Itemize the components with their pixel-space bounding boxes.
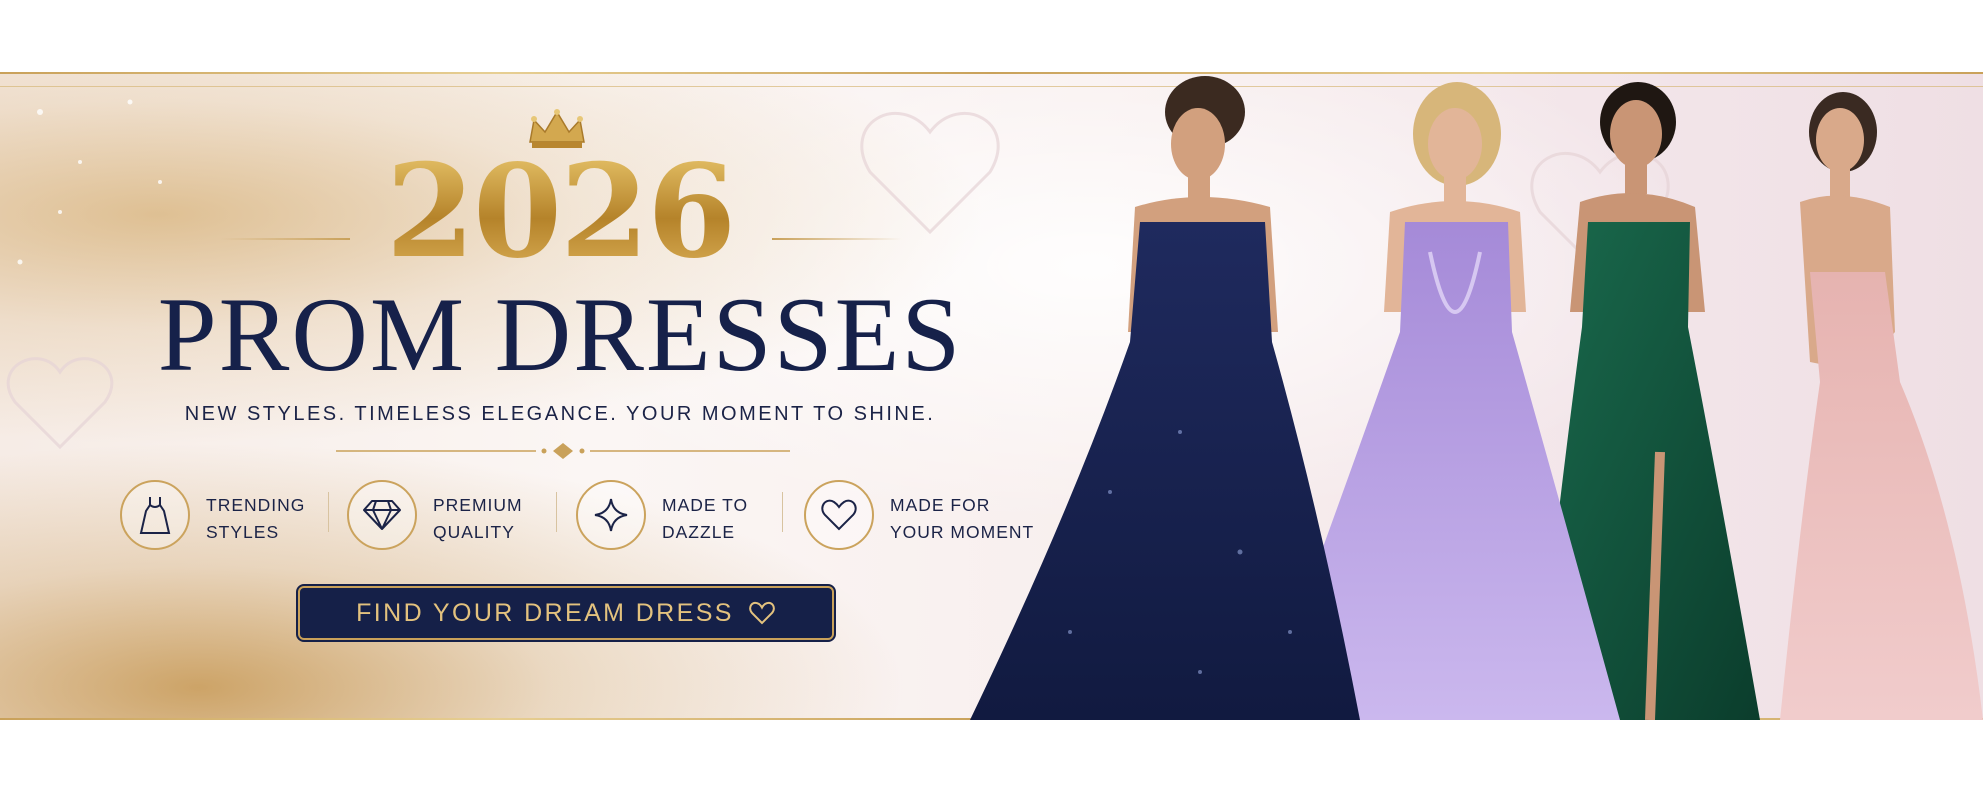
year-divider-right	[772, 238, 902, 240]
model-blush-dress	[1780, 92, 1983, 720]
year-title: 2026	[0, 148, 1120, 276]
models-illustration	[970, 76, 1983, 720]
feature-list: TRENDING STYLES PREMIUM QUALITY MADE TO DAZ…	[120, 478, 1040, 552]
heart-icon	[804, 480, 874, 550]
model-navy-dress	[970, 76, 1360, 720]
hero-banner: 2026 PROM DRESSES NEW STYLES. TIMELESS E…	[0, 72, 1983, 720]
sparkle-icon	[576, 480, 646, 550]
feature-separator	[556, 492, 557, 532]
feature-line2: STYLES	[206, 522, 280, 542]
heart-icon	[749, 601, 775, 625]
ornament-divider	[336, 443, 790, 459]
tagline: NEW STYLES. TIMELESS ELEGANCE. YOUR MOME…	[184, 403, 936, 425]
find-dream-dress-button[interactable]: FIND YOUR DREAM DRESS	[298, 586, 834, 640]
feature-separator	[328, 492, 329, 532]
diamond-icon	[347, 480, 417, 550]
feature-line2: DAZZLE	[662, 522, 736, 542]
feature-line1: MADE TO	[662, 495, 749, 515]
dress-icon	[120, 480, 190, 550]
feature-line1: TRENDING	[206, 495, 306, 515]
headline: PROM DRESSES	[157, 276, 963, 393]
feature-separator	[782, 492, 783, 532]
cta-label: FIND YOUR DREAM DRESS	[356, 598, 734, 627]
feature-line1: PREMIUM	[433, 495, 523, 515]
feature-line2: QUALITY	[433, 522, 515, 542]
